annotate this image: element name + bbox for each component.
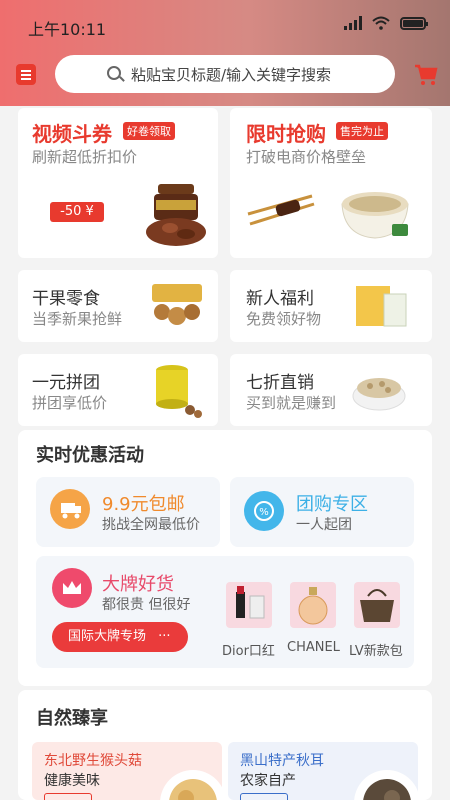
brand-item-caption: Dior口红 [222,644,275,659]
brand-subtitle: 都很贵 但很好 [102,597,191,613]
free-shipping-title: 9.9元包邮 [102,494,185,515]
price-tag: -50 ¥ [50,202,104,222]
video-coupon-tag: 好卷领取 [123,122,175,140]
status-bar: 上午10:11 [0,0,450,50]
category-title: 一元拼团 [32,373,100,393]
free-shipping-icon [50,489,90,529]
crown-icon [52,568,92,608]
snack-jar-image [146,184,206,246]
category-title: 七折直销 [246,373,314,393]
flash-sale-subtitle: 打破电商价格壁垒 [246,148,367,166]
wifi-icon [372,16,390,30]
flash-sale-tag: 售完为止 [336,122,388,140]
category-title: 干果零食 [32,289,100,309]
header-bar: 上午10:11 粘贴宝贝标题/输入关键字搜索 [0,0,450,106]
section-title: 实时优惠活动 [36,445,144,466]
more-icon: ··· [158,629,171,644]
brand-item-caption: CHANEL [287,640,340,655]
brand-title: 大牌好货 [102,574,174,595]
mushroom-image [160,770,226,800]
nuts-image [152,284,202,325]
menu-icon[interactable] [16,64,36,85]
status-time: 上午10:11 [28,20,107,39]
snack-can-image [156,365,202,418]
cart-icon[interactable] [414,64,438,86]
search-placeholder: 粘贴宝贝标题/输入关键字搜索 [131,66,332,84]
natural-card-title: 东北野生猴头菇 [44,753,142,769]
free-shipping-subtitle: 挑战全网最低价 [102,517,200,533]
search-icon [107,66,121,80]
chopsticks-food-image [247,194,315,226]
battery-icon [400,16,428,30]
natural-card-subtitle: 健康美味 [44,773,100,789]
natural-card-badge [240,793,288,800]
brand-item-caption: LV新款包 [349,644,403,659]
beans-bowl-image [352,378,406,411]
category-subtitle: 免费领好物 [246,310,322,328]
svg-text:%: % [259,507,269,518]
soup-bowl-image [341,192,409,239]
natural-card-badge [44,793,92,800]
signal-icon [344,16,362,30]
dior-lipstick-image[interactable] [226,582,272,628]
lv-bag-image[interactable] [354,582,400,628]
flash-sale-title: 限时抢购 [246,122,326,146]
section-title: 自然臻享 [36,708,108,729]
brand-button-label: 国际大牌专场 [68,629,147,644]
fungus-image [354,770,420,800]
gift-box-image [356,286,407,327]
international-brand-button[interactable]: 国际大牌专场 ··· [52,622,188,652]
video-coupon-subtitle: 刷新超低折扣价 [32,148,138,166]
category-subtitle: 买到就是赚到 [246,394,337,412]
group-buy-subtitle: 一人起团 [296,517,352,533]
group-buy-icon: % [244,491,284,531]
natural-card-subtitle: 农家自产 [240,773,296,789]
video-coupon-title: 视频斗券 [32,122,112,146]
natural-card-title: 黑山特产秋耳 [240,753,324,769]
category-title: 新人福利 [246,289,314,309]
status-icons [344,16,428,30]
chanel-perfume-image[interactable] [290,582,336,628]
category-subtitle: 当季新果抢鲜 [32,310,123,328]
category-subtitle: 拼团享低价 [32,394,108,412]
search-input[interactable]: 粘贴宝贝标题/输入关键字搜索 [55,55,395,93]
group-buy-title: 团购专区 [296,494,368,515]
